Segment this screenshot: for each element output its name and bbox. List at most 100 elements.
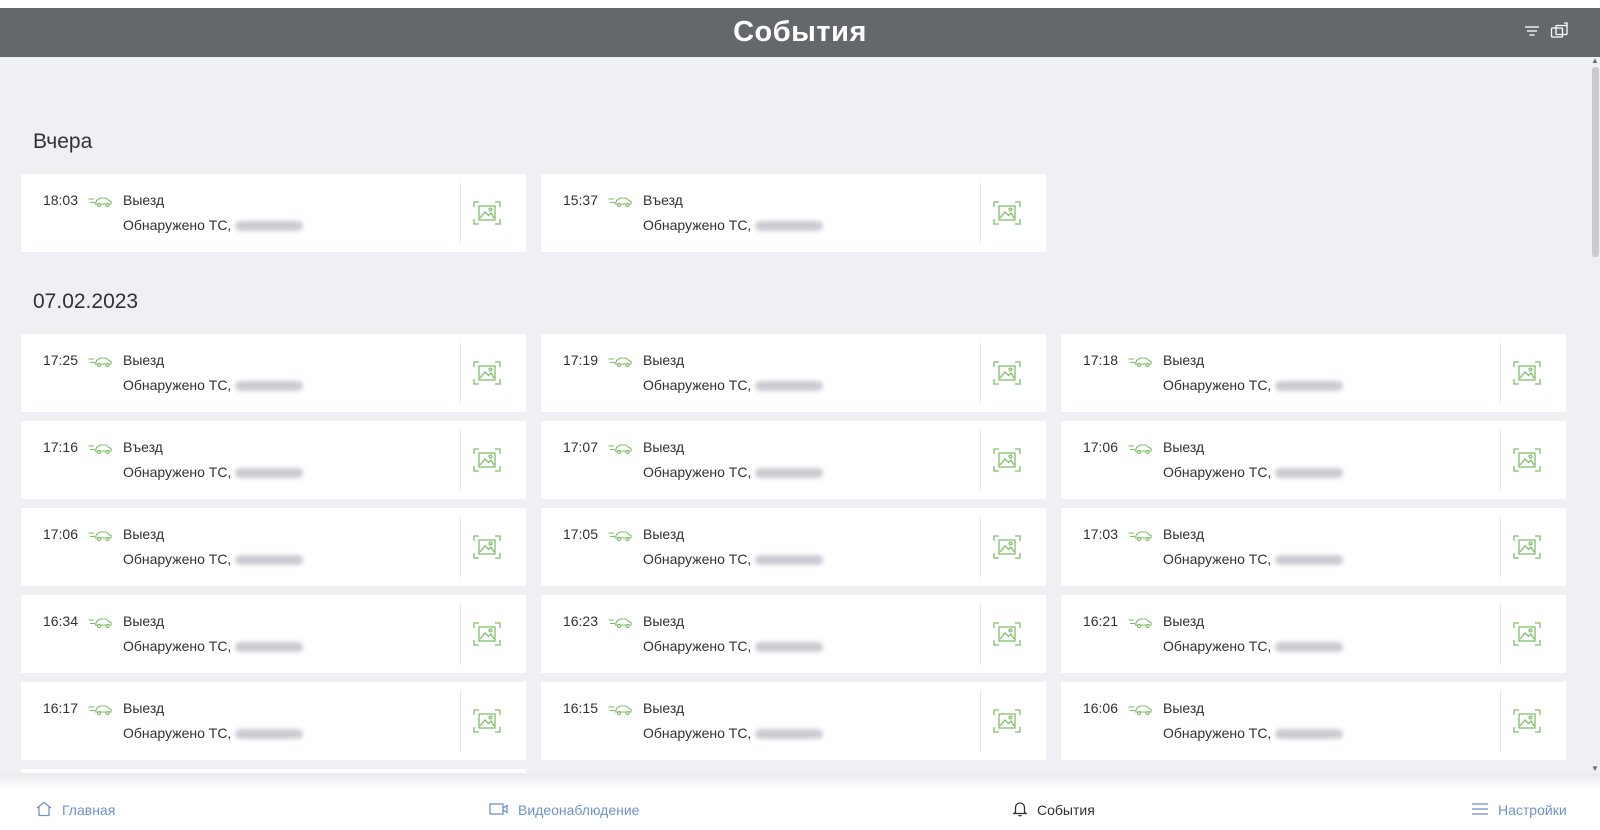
home-icon bbox=[35, 801, 53, 820]
card-divider bbox=[980, 516, 981, 578]
event-description: Обнаружено ТС, bbox=[1163, 377, 1344, 393]
event-card[interactable]: 16:23 Выезд Обнаружено ТС, bbox=[541, 595, 1046, 673]
vehicle-icon bbox=[608, 441, 632, 455]
blurred-plate bbox=[1275, 642, 1344, 653]
photo-icon[interactable] bbox=[472, 358, 502, 388]
event-card[interactable]: 17:06 Выезд Обнаружено ТС, bbox=[1061, 421, 1566, 499]
event-card[interactable]: 16:15 Выезд Обнаружено ТС, bbox=[541, 682, 1046, 760]
vehicle-icon bbox=[1128, 615, 1152, 629]
event-card[interactable]: 17:03 Выезд Обнаружено ТС, bbox=[1061, 508, 1566, 586]
vehicle-icon bbox=[1128, 354, 1152, 368]
event-description-text: Обнаружено ТС, bbox=[123, 464, 232, 480]
card-divider bbox=[460, 603, 461, 665]
card-divider bbox=[980, 603, 981, 665]
event-card[interactable]: 17:16 Въезд Обнаружено ТС, bbox=[21, 421, 526, 499]
event-type: Выезд bbox=[643, 352, 685, 368]
event-description-text: Обнаружено ТС, bbox=[1163, 377, 1272, 393]
photo-icon[interactable] bbox=[992, 619, 1022, 649]
event-type: Выезд bbox=[643, 613, 685, 629]
event-description-text: Обнаружено ТС, bbox=[123, 725, 232, 741]
event-description-text: Обнаружено ТС, bbox=[643, 217, 752, 233]
photo-icon[interactable] bbox=[1512, 532, 1542, 562]
event-card[interactable]: 18:03 Выезд Обнаружено ТС, bbox=[21, 174, 526, 252]
card-divider bbox=[980, 690, 981, 752]
event-type: Выезд bbox=[1163, 700, 1205, 716]
event-description-text: Обнаружено ТС, bbox=[1163, 638, 1272, 654]
event-card[interactable]: 17:05 Выезд Обнаружено ТС, bbox=[541, 508, 1046, 586]
blurred-plate bbox=[235, 468, 304, 479]
card-divider bbox=[980, 429, 981, 491]
event-type: Выезд bbox=[123, 526, 165, 542]
camera-icon bbox=[489, 802, 509, 819]
event-time: 17:03 bbox=[1082, 526, 1118, 542]
scrollbar-thumb[interactable] bbox=[1592, 67, 1599, 257]
nav-item-settings[interactable]: Настройки bbox=[1471, 790, 1567, 830]
photo-icon[interactable] bbox=[1512, 619, 1542, 649]
blurred-plate bbox=[755, 468, 824, 479]
event-description-text: Обнаружено ТС, bbox=[643, 725, 752, 741]
nav-item-events[interactable]: События bbox=[1012, 790, 1095, 830]
blurred-plate bbox=[755, 555, 824, 566]
event-description-text: Обнаружено ТС, bbox=[123, 638, 232, 654]
filter-icon[interactable] bbox=[1522, 21, 1542, 41]
event-type: Выезд bbox=[123, 613, 165, 629]
event-description: Обнаружено ТС, bbox=[123, 217, 304, 233]
event-card[interactable]: 17:06 Выезд Обнаружено ТС, bbox=[21, 508, 526, 586]
photo-icon[interactable] bbox=[472, 532, 502, 562]
event-card[interactable]: 16:06 Выезд Обнаружено ТС, bbox=[1061, 682, 1566, 760]
card-divider bbox=[980, 182, 981, 244]
event-type: Выезд bbox=[1163, 613, 1205, 629]
photo-icon[interactable] bbox=[992, 706, 1022, 736]
event-description: Обнаружено ТС, bbox=[123, 725, 304, 741]
photo-icon[interactable] bbox=[992, 445, 1022, 475]
photo-icon[interactable] bbox=[472, 445, 502, 475]
blurred-plate bbox=[755, 381, 824, 392]
photo-icon[interactable] bbox=[992, 532, 1022, 562]
photo-icon[interactable] bbox=[992, 198, 1022, 228]
vehicle-icon bbox=[88, 441, 112, 455]
events-content[interactable]: Вчера 18:03 Выезд Обнаружено ТС, 15:37 Въезд О… bbox=[0, 57, 1600, 773]
photo-icon[interactable] bbox=[472, 706, 502, 736]
card-divider bbox=[1500, 429, 1501, 491]
photo-icon[interactable] bbox=[472, 619, 502, 649]
blurred-plate bbox=[755, 729, 824, 740]
scrollbar[interactable]: ▲ ▼ bbox=[1590, 57, 1600, 773]
blurred-plate bbox=[1275, 381, 1344, 392]
photo-icon[interactable] bbox=[1512, 445, 1542, 475]
event-description: Обнаружено ТС, bbox=[123, 638, 304, 654]
event-card[interactable]: 15:37 Въезд Обнаружено ТС, bbox=[541, 174, 1046, 252]
section-title: 07.02.2023 bbox=[33, 290, 139, 313]
event-description-text: Обнаружено ТС, bbox=[1163, 464, 1272, 480]
card-divider bbox=[980, 342, 981, 404]
event-description: Обнаружено ТС, bbox=[123, 377, 304, 393]
nav-item-video[interactable]: Видеонаблюдение bbox=[489, 790, 639, 830]
event-card[interactable]: 17:18 Выезд Обнаружено ТС, bbox=[1061, 334, 1566, 412]
vehicle-icon bbox=[608, 194, 632, 208]
event-description: Обнаружено ТС, bbox=[643, 217, 824, 233]
card-divider bbox=[460, 690, 461, 752]
event-description: Обнаружено ТС, bbox=[123, 551, 304, 567]
nav-item-home[interactable]: Главная bbox=[35, 790, 115, 830]
scroll-up-icon[interactable]: ▲ bbox=[1591, 57, 1599, 65]
event-card[interactable]: 16:34 Выезд Обнаружено ТС, bbox=[21, 595, 526, 673]
event-card[interactable]: 16:17 Выезд Обнаружено ТС, bbox=[21, 682, 526, 760]
photo-icon[interactable] bbox=[992, 358, 1022, 388]
event-card[interactable]: 17:07 Выезд Обнаружено ТС, bbox=[541, 421, 1046, 499]
event-card[interactable]: 16:21 Выезд Обнаружено ТС, bbox=[1061, 595, 1566, 673]
event-card[interactable]: 17:25 Выезд Обнаружено ТС, bbox=[21, 334, 526, 412]
event-card[interactable]: 17:19 Выезд Обнаружено ТС, bbox=[541, 334, 1046, 412]
event-description-text: Обнаружено ТС, bbox=[123, 551, 232, 567]
blurred-plate bbox=[235, 221, 304, 232]
event-time: 16:21 bbox=[1082, 613, 1118, 629]
export-icon[interactable] bbox=[1550, 21, 1570, 41]
scroll-down-icon[interactable]: ▼ bbox=[1591, 765, 1599, 773]
photo-icon[interactable] bbox=[1512, 358, 1542, 388]
event-description-text: Обнаружено ТС, bbox=[643, 551, 752, 567]
vehicle-icon bbox=[608, 528, 632, 542]
menu-icon bbox=[1471, 802, 1489, 819]
photo-icon[interactable] bbox=[1512, 706, 1542, 736]
photo-icon[interactable] bbox=[472, 198, 502, 228]
page-title: События bbox=[733, 16, 867, 48]
event-time: 17:06 bbox=[42, 526, 78, 542]
vehicle-icon bbox=[1128, 441, 1152, 455]
